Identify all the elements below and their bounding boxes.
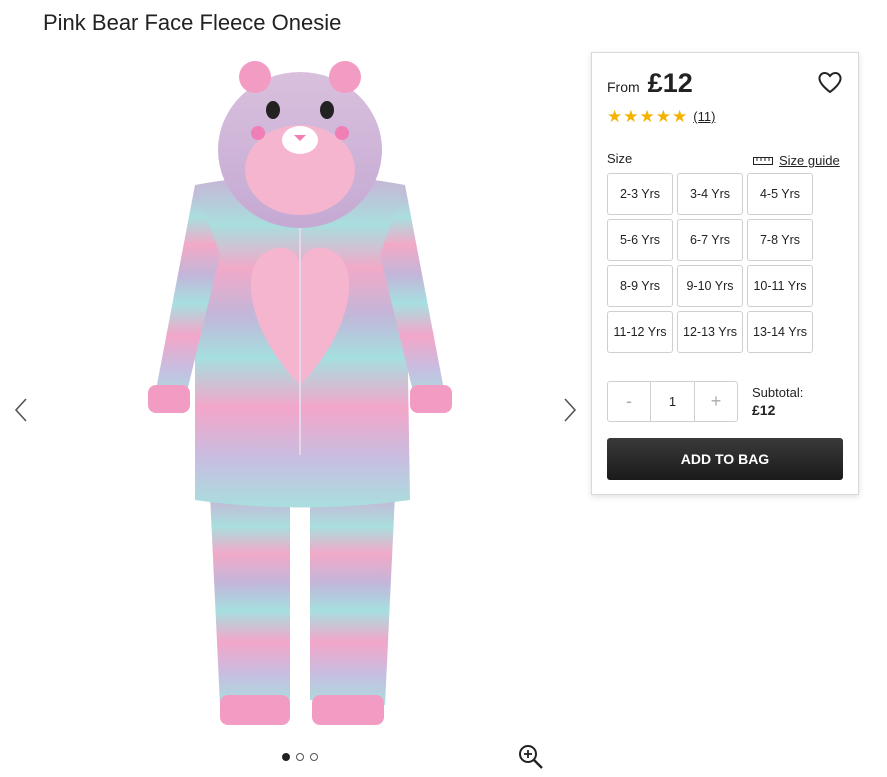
size-option-button[interactable]: 13-14 Yrs (747, 311, 813, 353)
star-icon: ★ (672, 107, 688, 126)
heart-icon[interactable] (817, 69, 843, 95)
product-title: Pink Bear Face Fleece Onesie (43, 10, 342, 35)
size-options: 2-3 Yrs 3-4 Yrs 4-5 Yrs 5-6 Yrs 6-7 Yrs 7-8 Y… (607, 173, 813, 353)
size-option-button[interactable]: 7-8 Yrs (747, 219, 813, 261)
size-guide-label: Size guide (779, 153, 840, 168)
quantity-decrease-button[interactable]: - (608, 382, 650, 421)
size-option-button[interactable]: 9-10 Yrs (677, 265, 743, 307)
chevron-right-icon (564, 398, 577, 422)
price-row: From £12 (607, 68, 693, 99)
gallery-prev-button[interactable] (6, 390, 36, 430)
quantity-input[interactable]: 1 (650, 382, 695, 421)
product-image[interactable] (140, 55, 460, 730)
size-option-button[interactable]: 4-5 Yrs (747, 173, 813, 215)
quantity-increase-button[interactable]: + (695, 382, 737, 421)
price-prefix: From (607, 79, 640, 95)
star-rating: ★ ★ ★ ★ ★ (607, 108, 687, 125)
size-guide-link[interactable]: Size guide (753, 153, 840, 168)
star-icon: ★ (607, 107, 623, 126)
product-gallery (0, 50, 590, 777)
subtotal: Subtotal: £12 (752, 385, 803, 418)
star-icon: ★ (623, 107, 639, 126)
gallery-pagination (282, 753, 318, 761)
size-option-button[interactable]: 5-6 Yrs (607, 219, 673, 261)
size-option-button[interactable]: 12-13 Yrs (677, 311, 743, 353)
size-label: Size (607, 151, 633, 166)
star-icon: ★ (639, 107, 655, 126)
subtotal-value: £12 (752, 402, 776, 418)
size-option-button[interactable]: 2-3 Yrs (607, 173, 673, 215)
chevron-left-icon (14, 398, 27, 422)
purchase-panel: From £12 ★ ★ ★ ★ ★ (11) Size Size guide … (591, 52, 859, 495)
subtotal-label: Subtotal: (752, 385, 804, 400)
price: £12 (647, 68, 693, 98)
size-option-button[interactable]: 6-7 Yrs (677, 219, 743, 261)
ruler-icon (753, 156, 773, 165)
review-count-link[interactable]: (11) (693, 109, 715, 124)
gallery-next-button[interactable] (555, 390, 585, 430)
star-icon: ★ (655, 107, 671, 126)
zoom-in-icon[interactable] (517, 743, 545, 771)
gallery-dot-1[interactable] (282, 753, 290, 761)
rating: ★ ★ ★ ★ ★ (11) (607, 108, 715, 125)
gallery-dot-2[interactable] (296, 753, 304, 761)
size-option-button[interactable]: 3-4 Yrs (677, 173, 743, 215)
size-option-button[interactable]: 10-11 Yrs (747, 265, 813, 307)
gallery-dot-3[interactable] (310, 753, 318, 761)
quantity-stepper: - 1 + (607, 381, 738, 422)
add-to-bag-button[interactable]: ADD TO BAG (607, 438, 843, 480)
size-option-button[interactable]: 8-9 Yrs (607, 265, 673, 307)
size-option-button[interactable]: 11-12 Yrs (607, 311, 673, 353)
